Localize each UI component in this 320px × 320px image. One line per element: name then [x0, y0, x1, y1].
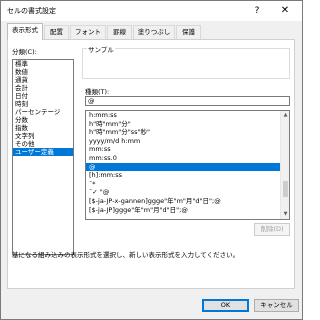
tab-number[interactable]: 表示形式	[7, 23, 43, 40]
format-item[interactable]: ¯*	[86, 180, 281, 189]
tab-alignment[interactable]: 配置	[44, 25, 69, 40]
format-item-selected[interactable]: @	[86, 162, 281, 172]
description-text: 基になる組み込みの表示形式を選択し、新しい表示形式を入力してください。	[12, 251, 240, 259]
tab-fill[interactable]: 塗りつぶし	[133, 25, 175, 40]
category-item[interactable]: パーセンテージ	[13, 108, 73, 116]
category-item[interactable]: 指数	[13, 124, 73, 132]
type-label: 種類(T):	[85, 88, 110, 96]
scroll-down-icon[interactable]: ▼	[281, 210, 289, 219]
cancel-button[interactable]: キャンセル	[254, 299, 299, 312]
format-item[interactable]: ¯✓ "@	[86, 188, 281, 197]
category-item[interactable]: その他	[13, 140, 73, 148]
category-item-selected[interactable]: ユーザー定義	[13, 148, 73, 156]
format-item[interactable]: [$-ja-JP-x-gannen]ggge"年"m"月"d"日";@	[86, 197, 281, 206]
format-item[interactable]: [h]:mm:ss	[86, 171, 281, 180]
format-item[interactable]: yyyy/m/d h:mm	[86, 137, 281, 146]
dialog-title: セルの書式設定	[7, 7, 56, 15]
format-item[interactable]: [$-ja-JP]ggge"年"m"月"d"日";@	[86, 206, 281, 215]
close-icon[interactable]: ✕	[278, 4, 292, 18]
category-label: 分類(C):	[12, 48, 37, 56]
format-item[interactable]: h"時"mm"分"ss"秒"	[86, 128, 281, 137]
sample-group: サンプル	[82, 44, 290, 79]
format-item[interactable]: h:mm:ss	[86, 111, 281, 120]
ok-button[interactable]: OK	[202, 299, 249, 312]
category-item[interactable]: 分数	[13, 116, 73, 124]
category-item[interactable]: 通貨	[13, 76, 73, 84]
category-item[interactable]: 数値	[13, 68, 73, 76]
tab-border[interactable]: 罫線	[107, 25, 132, 40]
format-item[interactable]: h"時"mm"分"	[86, 120, 281, 129]
type-input[interactable]: @	[85, 96, 290, 106]
tab-protection[interactable]: 保護	[176, 25, 201, 40]
tab-font[interactable]: フォント	[70, 25, 106, 40]
format-list[interactable]: h:mm:ss h"時"mm"分" h"時"mm"分"ss"秒" yyyy/m/…	[85, 110, 290, 220]
category-item[interactable]: 会計	[13, 84, 73, 92]
format-list-scrollbar[interactable]: ▲ ▼	[280, 111, 289, 219]
scroll-up-icon[interactable]: ▲	[281, 111, 289, 120]
title-bar: セルの書式設定 ? ✕	[1, 1, 302, 21]
scroll-thumb[interactable]	[283, 181, 288, 197]
category-item[interactable]: 日付	[13, 92, 73, 100]
category-item[interactable]: 時刻	[13, 100, 73, 108]
format-item[interactable]: mm:ss.0	[86, 154, 281, 163]
format-item[interactable]: mm:ss	[86, 145, 281, 154]
number-tab-panel: 分類(C): 標準 数値 通貨 会計 日付 時刻 パーセンテージ 分数 指数 文…	[7, 39, 295, 289]
category-item[interactable]: 標準	[13, 60, 73, 68]
category-item[interactable]: 文字列	[13, 132, 73, 140]
format-cells-dialog: セルの書式設定 ? ✕ 表示形式 配置 フォント 罫線 塗りつぶし 保護 分類(…	[0, 0, 303, 320]
sample-label: サンプル	[87, 44, 115, 54]
help-icon[interactable]: ?	[250, 4, 264, 18]
delete-button[interactable]: 削除(D)	[254, 223, 290, 236]
category-list[interactable]: 標準 数値 通貨 会計 日付 時刻 パーセンテージ 分数 指数 文字列 その他 …	[12, 59, 74, 255]
